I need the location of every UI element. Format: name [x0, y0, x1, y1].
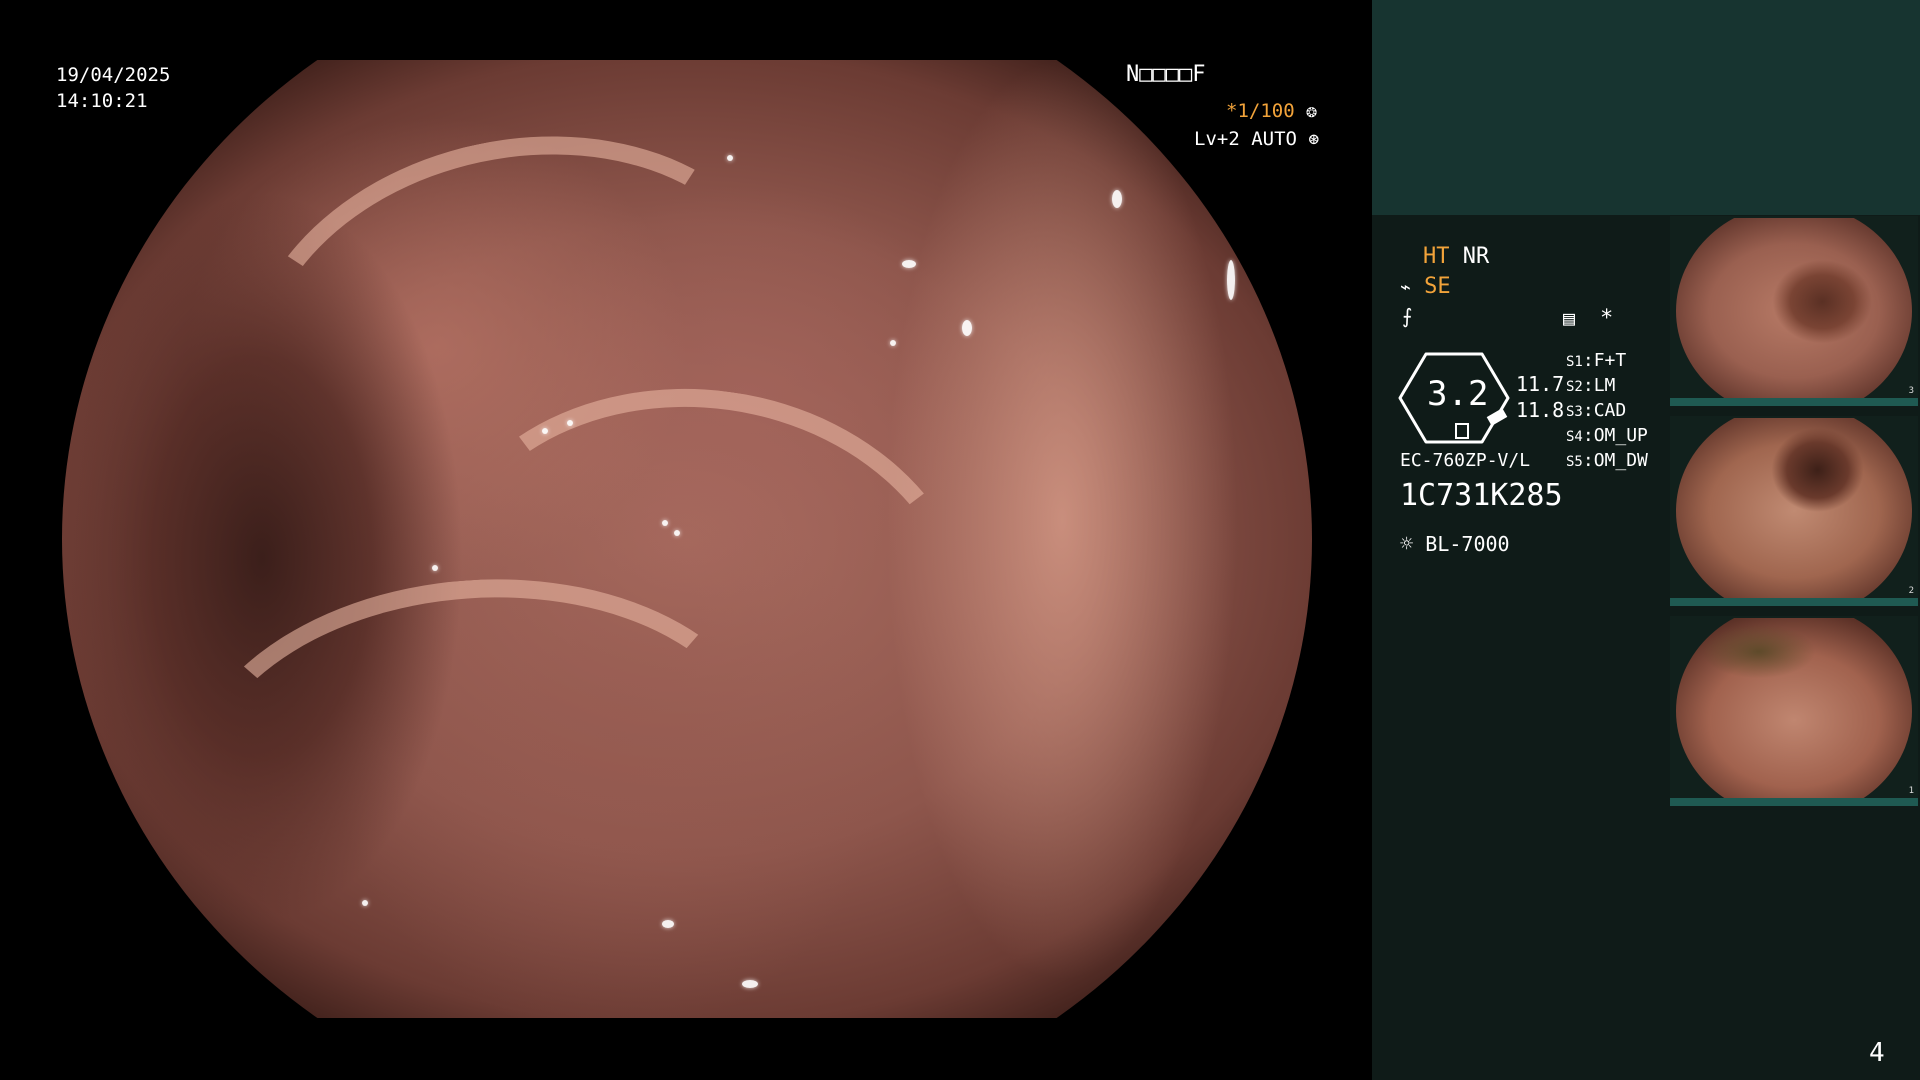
- status-code: N□□□□F: [1126, 62, 1206, 87]
- switch-row: S5:OM_DW: [1566, 450, 1648, 471]
- capture-thumbnail[interactable]: 2: [1670, 416, 1918, 606]
- light-reflection: [662, 520, 668, 526]
- switch-row: S2:LM: [1566, 375, 1616, 396]
- level-readout: Lv+2 AUTO ⊛: [1194, 128, 1319, 150]
- light-reflection: [542, 428, 548, 434]
- shutter-readout: *1/100 ❂: [1226, 100, 1317, 122]
- thumbnail-bar: [1670, 598, 1918, 606]
- switch-value: OM_UP: [1593, 425, 1648, 446]
- capture-thumbnail[interactable]: 1: [1670, 616, 1918, 806]
- se-label: SE: [1424, 274, 1451, 299]
- light-reflection: [567, 420, 573, 426]
- time-label: 14:10:21: [56, 90, 148, 112]
- light-reflection: [962, 320, 972, 336]
- thumbnail-bar: [1670, 398, 1918, 406]
- mode-line-2: ⌁ SE: [1400, 274, 1451, 299]
- thumbnail-image: [1676, 418, 1912, 604]
- light-source-icon: ☼: [1400, 532, 1414, 557]
- thumbnail-index: 1: [1908, 786, 1914, 796]
- switch-value: LM: [1593, 375, 1616, 396]
- switch-value: OM_DW: [1593, 450, 1648, 471]
- structure-icon: ⨍: [1402, 304, 1413, 328]
- light-reflection: [362, 900, 368, 906]
- switch-list: S1:F+T S2:LM S3:CAD S4:OM_UP S5:OM_DW: [1566, 350, 1648, 475]
- light-reflection: [674, 530, 680, 536]
- endoscopic-image: [62, 60, 1312, 1018]
- light-reflection: [662, 920, 674, 928]
- light-reflection: [1112, 190, 1122, 208]
- ht-label: HT: [1423, 244, 1450, 269]
- thumbnail-index: 3: [1908, 386, 1914, 396]
- switch-row: S3:CAD: [1566, 400, 1627, 421]
- enhance-icon: ⌁: [1400, 277, 1411, 298]
- thumbnail-image: [1676, 218, 1912, 404]
- page-counter: 4: [1869, 1038, 1885, 1068]
- light-reflection: [742, 980, 758, 988]
- mode-line-1: HT NR: [1423, 244, 1489, 269]
- sidebar-header-area: [1372, 0, 1920, 215]
- light-reflection: [432, 565, 438, 571]
- nr-label: NR: [1462, 244, 1490, 269]
- switch-key: S1: [1566, 354, 1583, 370]
- light-reflection: [890, 340, 896, 346]
- aperture-icon: ❂: [1306, 101, 1317, 122]
- shutter-speed: *1/100: [1226, 100, 1295, 122]
- grid-menu-icon: ▤: [1563, 306, 1576, 330]
- thumbnail-image: [1676, 618, 1912, 804]
- switch-key: S4: [1566, 429, 1583, 445]
- endoscope-view: 19/04/2025 14:10:21 N□□□□F *1/100 ❂ Lv+2…: [0, 0, 1372, 1080]
- value-1: 11.7: [1516, 372, 1565, 396]
- scope-value: 3.2: [1427, 374, 1489, 414]
- light-source-label: BL-7000: [1425, 532, 1510, 556]
- info-sidebar: HT NR ⌁ SE ⨍ ▤ * 3.2 11.7 11.8 S1:F+T S2…: [1372, 0, 1920, 1080]
- auto-iris-icon: ⊛: [1308, 129, 1320, 150]
- switch-value: F+T: [1593, 350, 1627, 371]
- capture-thumbnail[interactable]: 3: [1670, 216, 1918, 406]
- light-reflection: [1227, 260, 1235, 300]
- date-label: 19/04/2025: [56, 64, 171, 86]
- switch-key: S2: [1566, 379, 1583, 395]
- switch-row: S4:OM_UP: [1566, 425, 1648, 446]
- scope-model: EC-760ZP-V/L: [1400, 450, 1531, 471]
- star-label: *: [1600, 306, 1614, 331]
- light-reflection: [902, 260, 916, 268]
- switch-key: S5: [1566, 454, 1583, 470]
- switch-row: S1:F+T: [1566, 350, 1627, 371]
- switch-value: CAD: [1593, 400, 1627, 421]
- thumbnail-bar: [1670, 798, 1918, 806]
- light-reflection: [727, 155, 733, 161]
- thumbnail-index: 2: [1908, 586, 1914, 596]
- scope-serial: 1C731K285: [1400, 478, 1563, 513]
- switch-key: S3: [1566, 404, 1583, 420]
- level-label: Lv+2 AUTO: [1194, 128, 1297, 150]
- light-source-row: ☼ BL-7000: [1400, 532, 1510, 557]
- value-2: 11.8: [1516, 398, 1565, 422]
